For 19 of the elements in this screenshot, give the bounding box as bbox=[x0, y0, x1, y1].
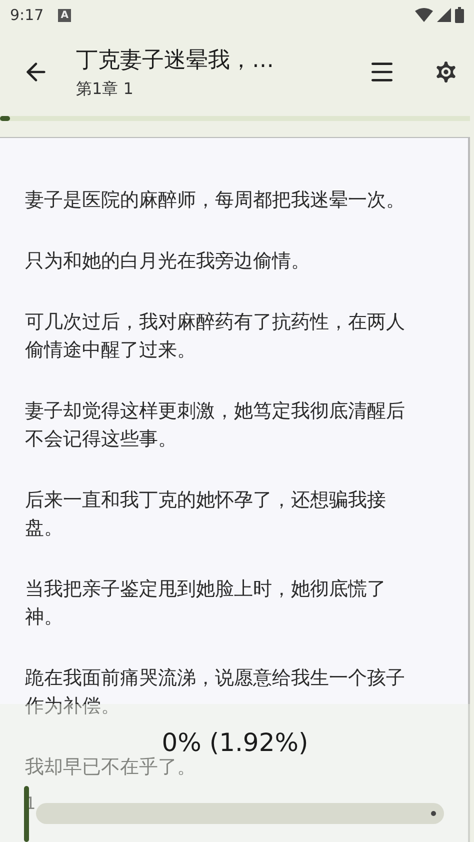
chapter-title: 第1章 1 bbox=[76, 78, 134, 100]
slider-thumb[interactable] bbox=[24, 786, 29, 842]
paragraph: 可几次过后，我对麻醉药有了抗药性，在两人偷情途中醒了过来。 bbox=[25, 310, 406, 363]
paragraph: 当我把亲子鉴定甩到她脸上时，她彻底慌了神。 bbox=[25, 577, 387, 630]
book-title: 丁克妻子迷晕我，… bbox=[76, 46, 274, 74]
paragraph: 妻子是医院的麻醉师，每周都把我迷晕一次。 bbox=[25, 188, 406, 213]
battery-icon bbox=[455, 7, 464, 23]
paragraph: 后来一直和我丁克的她怀孕了，还想骗我接盘。 bbox=[25, 488, 387, 541]
paragraph: 跪在我面前痛哭流涕，说愿意给我生一个孩子作为补偿。 bbox=[25, 666, 406, 719]
paragraph: 妻子却觉得这样更刺激，她笃定我彻底清醒后不会记得这些事。 bbox=[25, 399, 406, 452]
wifi-icon bbox=[415, 8, 433, 22]
slider-track[interactable] bbox=[36, 803, 444, 824]
notification-icon: A bbox=[58, 8, 72, 22]
paragraph: 只为和她的白月光在我旁边偷情。 bbox=[25, 249, 311, 274]
end-dot-icon bbox=[431, 811, 436, 816]
progress-reading: 0% (1.92%) bbox=[162, 730, 308, 756]
signal-icon bbox=[437, 8, 451, 22]
paragraph: 我却早已不在乎了。 bbox=[25, 755, 197, 780]
status-time: 9:17 bbox=[10, 6, 44, 24]
